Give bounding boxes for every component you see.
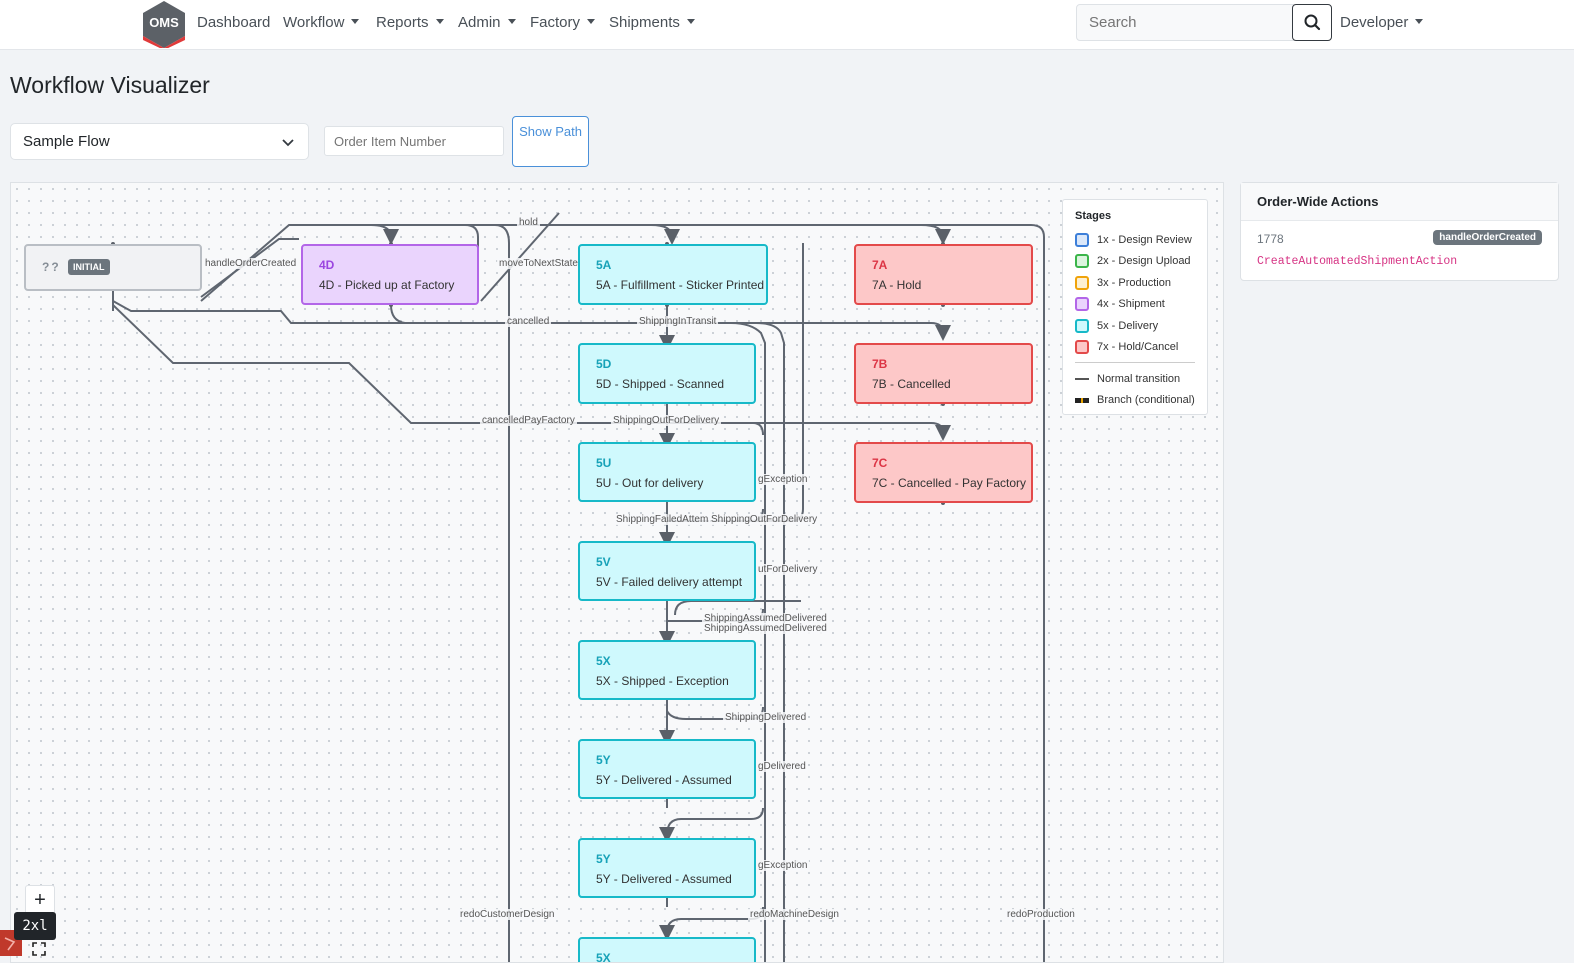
node-code: 5Y [596, 753, 611, 767]
edge-label-shipping-exception-2: gException [756, 860, 810, 871]
zoom-in-button[interactable]: + [25, 885, 55, 915]
nav-workflow-dropdown[interactable]: Workflow [283, 14, 359, 31]
node-code: 7A [872, 258, 888, 272]
node-label: 4D - Picked up at Factory [319, 278, 455, 292]
flow-select-value: Sample Flow [23, 133, 110, 150]
legend-divider [1075, 362, 1195, 363]
legend-item-branch: Branch (conditional) [1075, 390, 1195, 412]
svg-text:OMS: OMS [149, 15, 179, 30]
node-5x[interactable]: 5X 5X - Shipped - Exception [578, 640, 756, 700]
action-event-badge: handleOrderCreated [1433, 230, 1542, 245]
edge-label-handle-order-created: handleOrderCreated [203, 258, 299, 269]
user-menu-dropdown[interactable]: Developer [1340, 14, 1423, 31]
actions-title: Order-Wide Actions [1241, 183, 1558, 221]
edge-label-redo-customer-design: redoCustomerDesign [458, 909, 557, 920]
top-navbar: OMS Dashboard Workflow Reports Admin Fac… [0, 0, 1574, 50]
node-code: 5D [596, 357, 612, 371]
legend-item-normal-transition: Normal transition [1075, 368, 1195, 390]
node-5u[interactable]: 5U 5U - Out for delivery [578, 442, 756, 502]
flow-select[interactable]: Sample Flow [10, 123, 309, 160]
node-label: 5Y - Delivered - Assumed [596, 773, 732, 787]
page-title: Workflow Visualizer [10, 72, 210, 98]
show-path-button[interactable]: Show Path [512, 116, 589, 167]
edge-label-shipping-delivered: ShippingDelivered [723, 712, 809, 723]
breakpoint-badge: 2xl [14, 912, 56, 940]
node-label: 5U - Out for delivery [596, 476, 704, 490]
action-class-name[interactable]: CreateAutomatedShipmentAction [1257, 255, 1457, 268]
edge-label-redo-production: redoProduction [1005, 909, 1077, 920]
node-code: 5Y [596, 852, 611, 866]
node-5y-assumed-2[interactable]: 5Y 5Y - Delivered - Assumed [578, 838, 756, 898]
node-initial[interactable]: ?? INITIAL [24, 244, 202, 291]
node-4d[interactable]: 4D 4D - Picked up at Factory [301, 244, 479, 305]
node-label: 5X - Shipped - Exception [596, 674, 729, 688]
node-label: 7B - Cancelled [872, 377, 951, 391]
edge-label-shipping-out-for-delivery-2: ShippingOutForDelivery [709, 514, 820, 525]
action-order-number: 1778 [1257, 232, 1284, 246]
legend-item-production: 3x - Production [1075, 272, 1195, 294]
node-label: 7A - Hold [872, 278, 922, 292]
edge-label-hold: hold [517, 217, 540, 228]
node-code: 5U [596, 456, 612, 470]
search-icon [1304, 14, 1321, 31]
edge-label-out-for-delivery-3: utForDelivery [756, 564, 820, 575]
edge-label-shipping-delivered-2: gDelivered [756, 761, 808, 772]
edge-label-shipping-exception: gException [756, 474, 810, 485]
node-7a[interactable]: 7A 7A - Hold [854, 244, 1033, 305]
node-5y-assumed[interactable]: 5Y 5Y - Delivered - Assumed [578, 739, 756, 799]
legend-item-design-review: 1x - Design Review [1075, 229, 1195, 251]
node-5v[interactable]: 5V 5V - Failed delivery attempt [578, 541, 756, 601]
initial-badge: INITIAL [68, 259, 110, 275]
legend-item-design-upload: 2x - Design Upload [1075, 251, 1195, 273]
node-5d[interactable]: 5D 5D - Shipped - Scanned [578, 343, 756, 404]
nav-dashboard[interactable]: Dashboard [197, 14, 270, 31]
search-input[interactable] [1076, 4, 1294, 41]
legend-item-delivery: 5x - Delivery [1075, 315, 1195, 337]
fullscreen-icon[interactable] [30, 940, 48, 958]
node-code: 7C [872, 456, 888, 470]
node-label: 5Y - Delivered - Assumed [596, 872, 732, 886]
node-label: 7C - Cancelled - Pay Factory [872, 476, 1027, 490]
node-code: 5X [596, 951, 611, 963]
node-code: 5A [596, 258, 612, 272]
node-label: 5A - Fulfillment - Sticker Printed [596, 278, 765, 292]
nav-shipments-dropdown[interactable]: Shipments [609, 14, 695, 31]
node-7b[interactable]: 7B 7B - Cancelled [854, 343, 1033, 404]
node-label: 5V - Failed delivery attempt [596, 575, 743, 589]
node-5x-partial[interactable]: 5X [578, 937, 756, 963]
order-wide-actions-panel: Order-Wide Actions 1778 handleOrderCreat… [1240, 182, 1559, 281]
node-label: 5D - Shipped - Scanned [596, 377, 725, 391]
node-code: 7B [872, 357, 888, 371]
edge-label-cancelled-pay-factory: cancelledPayFactory [480, 415, 577, 426]
node-7c[interactable]: 7C 7C - Cancelled - Pay Factory [854, 442, 1033, 503]
node-code: 5X [596, 654, 611, 668]
edge-label-shipping-out-for-delivery: ShippingOutForDelivery [611, 415, 722, 426]
edge-label-redo-machine-design: redoMachineDesign [748, 909, 841, 920]
edge-label-shipping-failed-attempt: ShippingFailedAttem [614, 514, 711, 525]
edge-label-shipping-assumed-delivered-2: ShippingAssumedDelivered [702, 623, 829, 634]
workflow-canvas[interactable]: hold handleOrderCreated moveToNextState … [10, 182, 1224, 963]
edge-label-shipping-in-transit: ShippingInTransit [637, 316, 719, 327]
edge-label-move-to-next-state: moveToNextState [497, 258, 580, 269]
order-item-number-input[interactable] [324, 126, 504, 156]
node-code: 4D [319, 258, 335, 272]
nav-factory-dropdown[interactable]: Factory [530, 14, 595, 31]
stages-legend: Stages 1x - Design Review 2x - Design Up… [1062, 199, 1208, 415]
search-button[interactable] [1292, 4, 1332, 41]
legend-item-shipment: 4x - Shipment [1075, 294, 1195, 316]
edge-label-cancelled: cancelled [505, 316, 552, 327]
node-5a[interactable]: 5A 5A - Fulfillment - Sticker Printed [578, 244, 768, 305]
legend-item-hold-cancel: 7x - Hold/Cancel [1075, 337, 1195, 359]
legend-title: Stages [1075, 210, 1112, 222]
chevron-down-icon [282, 139, 294, 147]
node-code: ?? [42, 260, 61, 274]
nav-reports-dropdown[interactable]: Reports [376, 14, 444, 31]
nav-admin-dropdown[interactable]: Admin [458, 14, 516, 31]
oms-logo[interactable]: OMS [142, 0, 186, 48]
node-code: 5V [596, 555, 611, 569]
